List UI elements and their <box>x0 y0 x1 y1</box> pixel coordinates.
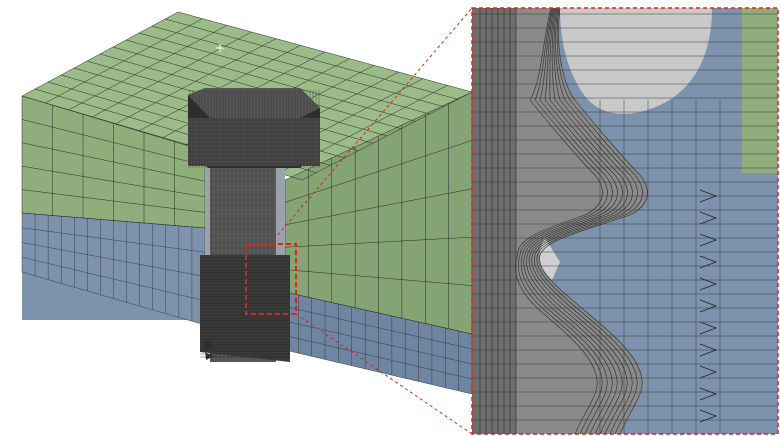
zoom-detail-view <box>471 7 779 435</box>
mesh-figure <box>21 7 779 435</box>
figure-canvas <box>0 0 780 436</box>
assembly-view <box>21 11 473 395</box>
